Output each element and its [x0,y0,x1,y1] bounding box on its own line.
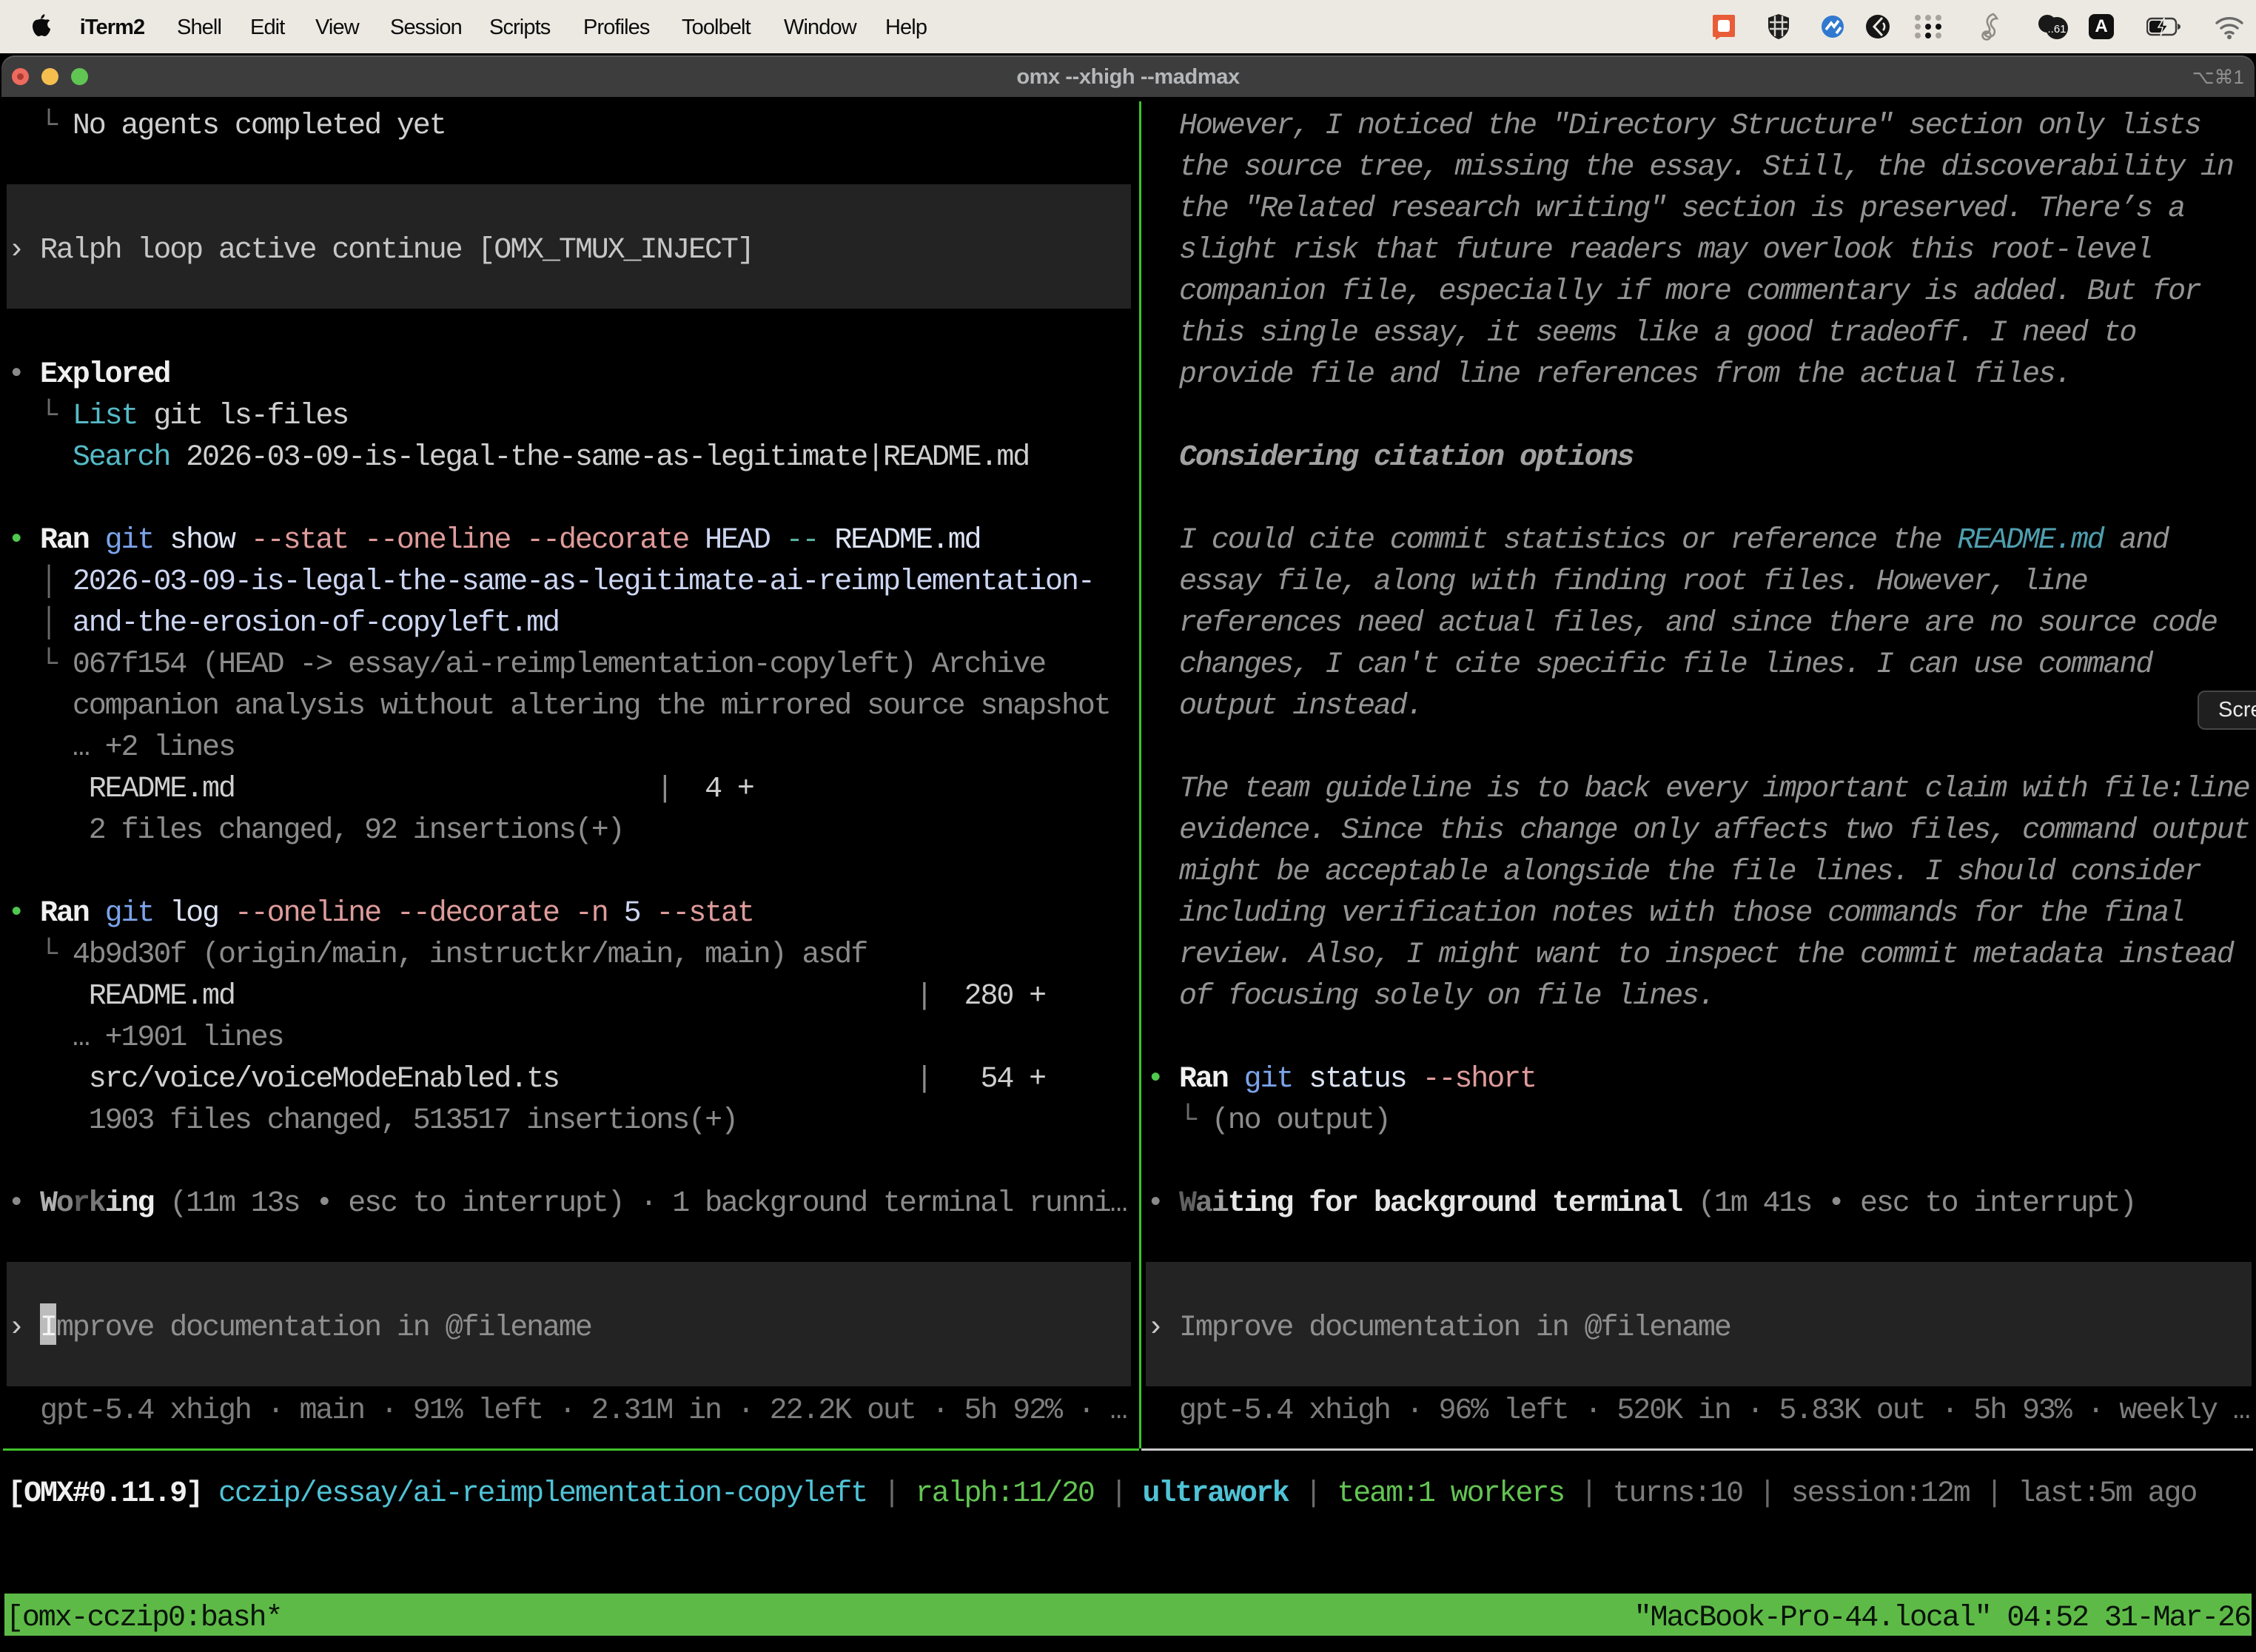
svg-text:..61: ..61 [2047,23,2066,36]
